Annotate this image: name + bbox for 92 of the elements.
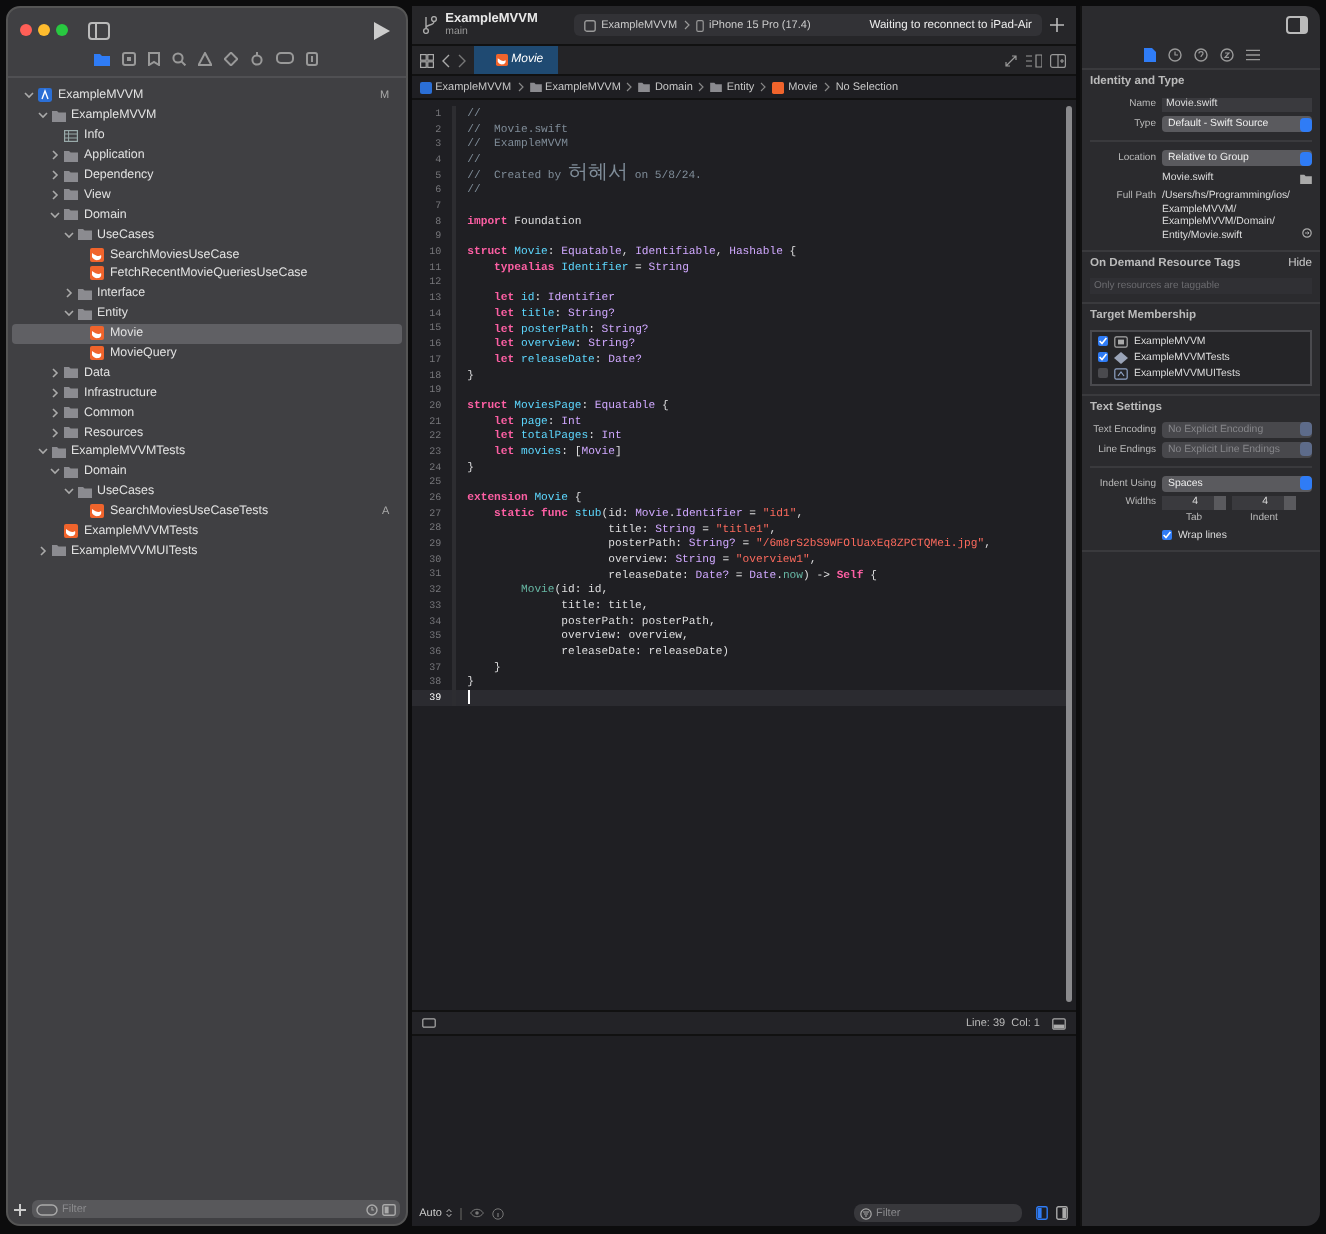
- chevron-down-icon[interactable]: [50, 209, 60, 220]
- eye-icon[interactable]: [469, 1208, 484, 1218]
- chevron-right-icon[interactable]: [37, 545, 47, 556]
- zoom-button[interactable]: [56, 24, 68, 36]
- chevron-right-icon[interactable]: [50, 150, 60, 161]
- clock-icon[interactable]: [1167, 48, 1181, 62]
- swift-file-icon: [772, 81, 785, 93]
- folder-icon: [51, 544, 65, 557]
- add-icon[interactable]: [14, 1203, 26, 1215]
- branch-icon: [421, 16, 438, 34]
- add-icon[interactable]: [1050, 18, 1064, 32]
- checkbox[interactable]: [1098, 336, 1108, 346]
- chevron-right-icon[interactable]: [50, 170, 60, 180]
- debug-area-icon[interactable]: [1052, 1017, 1066, 1029]
- split-editor-icon[interactable]: [1050, 53, 1066, 67]
- variables-view-icon[interactable]: [1036, 1206, 1048, 1220]
- scrollbar[interactable]: [1066, 106, 1072, 1002]
- chevron-down-icon[interactable]: [24, 90, 34, 101]
- project-icon: [38, 88, 52, 103]
- chevron-down-icon[interactable]: [37, 110, 47, 121]
- swift-file-icon: [90, 504, 104, 519]
- inspector-toggle-icon[interactable]: [1286, 16, 1308, 34]
- folder-icon: [51, 109, 65, 122]
- filter-options-icon[interactable]: [36, 1203, 58, 1215]
- swift-file-icon: [90, 326, 104, 341]
- chevron-right-icon: [683, 20, 690, 30]
- checkbox[interactable]: [1098, 352, 1108, 362]
- up-down-arrows-icon: [445, 1208, 452, 1218]
- file-icon[interactable]: [1143, 48, 1155, 62]
- phone-icon: [695, 19, 704, 31]
- breakpoint-icon[interactable]: [276, 52, 295, 64]
- swift-file-icon: [90, 346, 104, 361]
- panel-icon[interactable]: [381, 1203, 396, 1215]
- reveal-arrow-icon[interactable]: [1302, 228, 1312, 238]
- clock-icon[interactable]: [365, 1203, 378, 1215]
- bookmark-icon[interactable]: [148, 51, 161, 65]
- diamond-icon[interactable]: [224, 51, 239, 65]
- chevron-down-icon[interactable]: [63, 486, 73, 497]
- chevron-right-icon[interactable]: [50, 387, 60, 398]
- chevron-right-icon[interactable]: [63, 288, 73, 299]
- forward-icon[interactable]: [457, 53, 466, 67]
- folder-icon[interactable]: [1300, 173, 1312, 183]
- close-button[interactable]: [20, 24, 32, 36]
- app-icon: [583, 19, 596, 31]
- folder-icon: [638, 82, 651, 92]
- chevron-down-icon[interactable]: [63, 229, 73, 240]
- folder-icon: [710, 82, 723, 92]
- source-control-icon[interactable]: [122, 51, 137, 65]
- back-icon[interactable]: [441, 53, 450, 67]
- badge-icon[interactable]: [1219, 48, 1233, 62]
- checkbox[interactable]: [1162, 530, 1172, 540]
- panel-toggle-icon[interactable]: [421, 1018, 436, 1028]
- minimize-button[interactable]: [38, 24, 50, 36]
- swift-file-icon: [90, 266, 104, 281]
- table-icon: [64, 129, 78, 142]
- chevron-right-icon[interactable]: [50, 189, 60, 200]
- chevron-right-icon: [517, 82, 524, 92]
- warning-icon[interactable]: [198, 51, 213, 65]
- chevron-right-icon[interactable]: [50, 367, 60, 378]
- grid-icon[interactable]: [419, 53, 434, 67]
- filter-icon: [860, 1207, 872, 1219]
- checkbox[interactable]: [1098, 368, 1108, 378]
- chevron-right-icon[interactable]: [50, 427, 60, 438]
- search-icon[interactable]: [172, 51, 187, 65]
- swift-file-icon: [64, 524, 78, 539]
- ui-test-target-icon: [1114, 367, 1128, 379]
- sidebar-toggle-icon[interactable]: [88, 21, 110, 39]
- folder-icon[interactable]: [94, 51, 111, 65]
- project-icon: [419, 81, 432, 93]
- text-cursor: [467, 690, 470, 705]
- swap-arrows-icon[interactable]: [1004, 53, 1018, 67]
- chevron-down-icon[interactable]: [37, 446, 47, 457]
- swift-file-icon: [495, 54, 508, 66]
- chevron-down-icon[interactable]: [63, 308, 73, 319]
- info-icon[interactable]: [491, 1207, 504, 1219]
- app-target-icon: [1114, 335, 1128, 347]
- chevron-right-icon: [698, 82, 705, 92]
- run-icon[interactable]: [373, 21, 390, 39]
- help-icon[interactable]: [1193, 48, 1207, 62]
- sliders-icon[interactable]: [1245, 48, 1259, 62]
- chevron-right-icon[interactable]: [50, 407, 60, 418]
- test-target-icon: [1114, 351, 1128, 363]
- chevron-right-icon: [626, 82, 633, 92]
- lines-icon[interactable]: [1026, 53, 1042, 67]
- folder-icon: [529, 82, 542, 92]
- debug-icon[interactable]: [250, 51, 265, 65]
- chevron-down-icon[interactable]: [50, 466, 60, 477]
- swift-file-icon: [90, 247, 104, 262]
- chevron-right-icon: [823, 82, 830, 92]
- console-view-icon[interactable]: [1056, 1206, 1068, 1220]
- report-icon[interactable]: [306, 51, 319, 65]
- chevron-right-icon: [760, 82, 767, 92]
